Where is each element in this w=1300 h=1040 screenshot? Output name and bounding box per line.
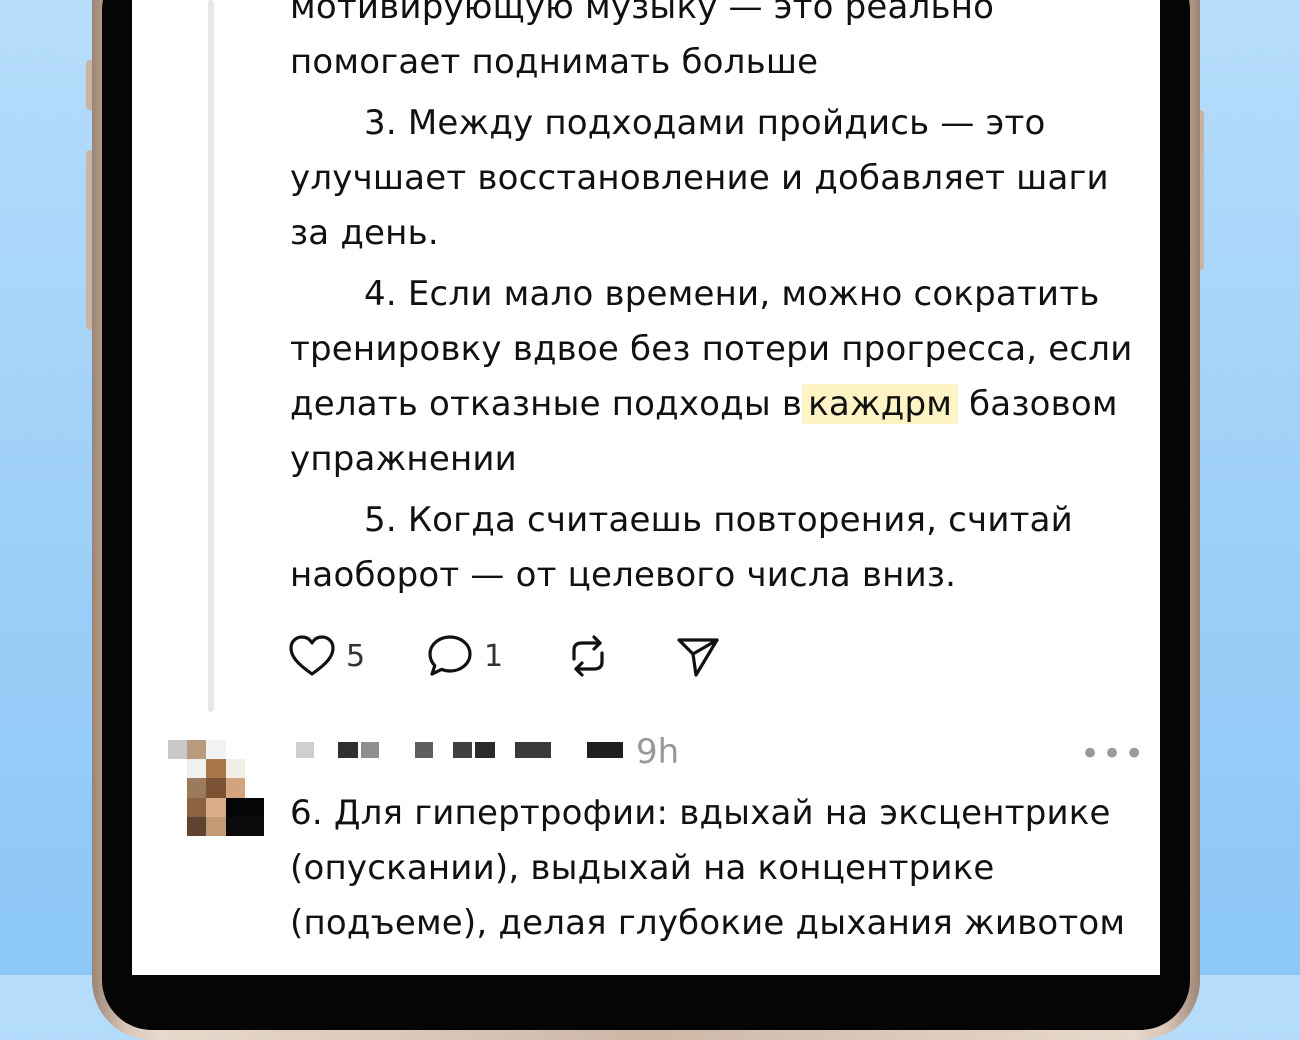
- comment-bubble-icon: [428, 635, 472, 676]
- avatar[interactable]: [168, 740, 264, 836]
- list-item-4: 4. Если мало времени, можно сократить тр…: [290, 267, 1150, 487]
- heart-icon: [289, 635, 335, 676]
- comment-button[interactable]: 1: [426, 633, 564, 679]
- post-header: 9h •••: [290, 730, 1144, 778]
- post-text-line: мотивирующую музыку — это реально: [290, 0, 995, 27]
- list-item-5: 5. Когда считаешь повторения, считай нао…: [290, 500, 1073, 595]
- thread-line: [208, 0, 214, 712]
- like-button[interactable]: 5: [288, 633, 426, 679]
- list-item-6: 6. Для гипертрофии: вдыхай на эксцентрик…: [290, 793, 1126, 943]
- highlighted-word: каждрм: [802, 384, 959, 424]
- username-redacted[interactable]: [296, 740, 626, 760]
- list-item-3: 3. Между подходами пройдись — это улучша…: [290, 103, 1109, 253]
- repost-button[interactable]: [564, 633, 674, 679]
- comment-count: 1: [484, 638, 504, 674]
- post-body: мотивирующую музыку — это реально помога…: [290, 0, 1150, 603]
- app-screen: мотивирующую музыку — это реально помога…: [132, 0, 1160, 975]
- repost-icon: [572, 635, 604, 677]
- post-text-line: помогает поднимать больше: [290, 42, 819, 82]
- share-button[interactable]: [674, 633, 722, 679]
- like-count: 5: [346, 638, 366, 674]
- post-timestamp: 9h: [636, 732, 680, 772]
- post-actions: 5 1: [288, 628, 722, 684]
- send-icon: [677, 638, 719, 677]
- more-dots-icon[interactable]: •••: [1080, 734, 1146, 774]
- post-body-2: 6. Для гипертрофии: вдыхай на эксцентрик…: [290, 786, 1150, 951]
